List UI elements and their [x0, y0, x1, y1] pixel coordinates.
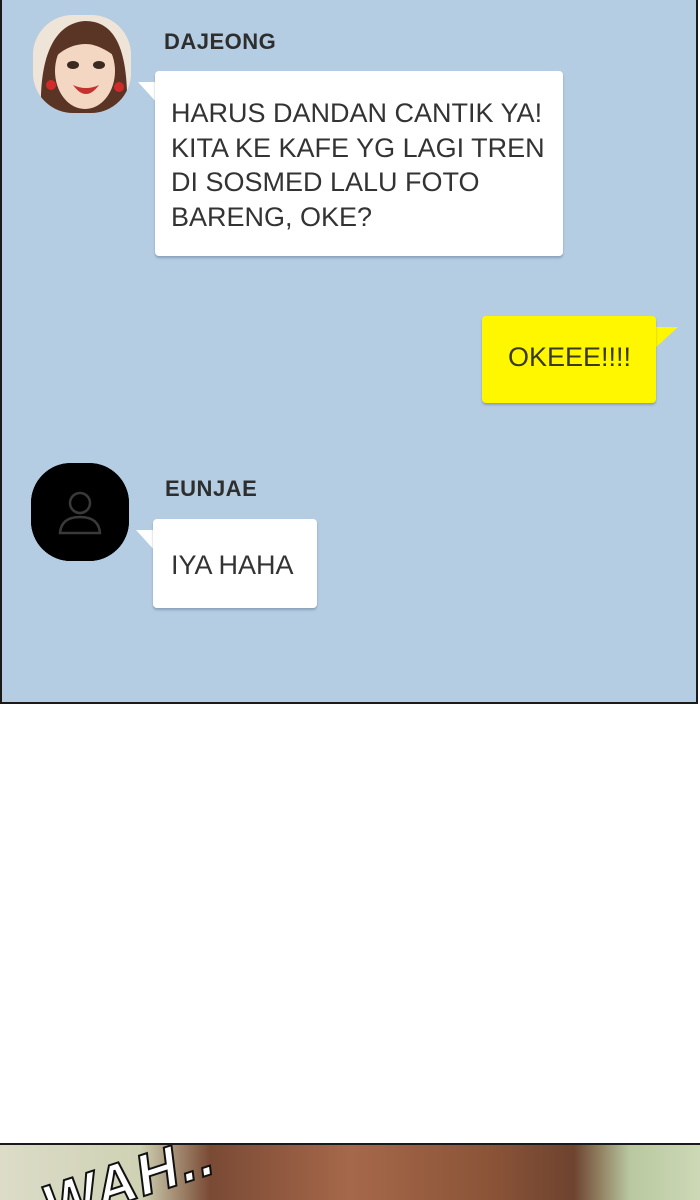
dajeong-avatar[interactable]	[33, 15, 131, 113]
message-bubble-eunjae[interactable]: IYA HAHA	[153, 519, 317, 608]
message-bubble-self[interactable]: OKEEE!!!!	[482, 316, 656, 403]
bubble-tail	[654, 327, 678, 349]
next-comic-panel: WAH..	[0, 1143, 700, 1200]
sound-effect-text: WAH..	[33, 1145, 224, 1200]
sender-name-eunjae: EUNJAE	[165, 476, 258, 501]
default-person-icon	[31, 463, 129, 561]
woman-portrait-avatar-icon	[33, 15, 131, 113]
chat-panel: DAJEONG HARUS DANDAN CANTIK YA! KITA KE …	[0, 0, 698, 704]
sender-name-dajeong: DAJEONG	[164, 29, 277, 54]
eunjae-avatar[interactable]	[31, 463, 129, 561]
message-bubble-dajeong[interactable]: HARUS DANDAN CANTIK YA! KITA KE KAFE YG …	[155, 71, 563, 256]
